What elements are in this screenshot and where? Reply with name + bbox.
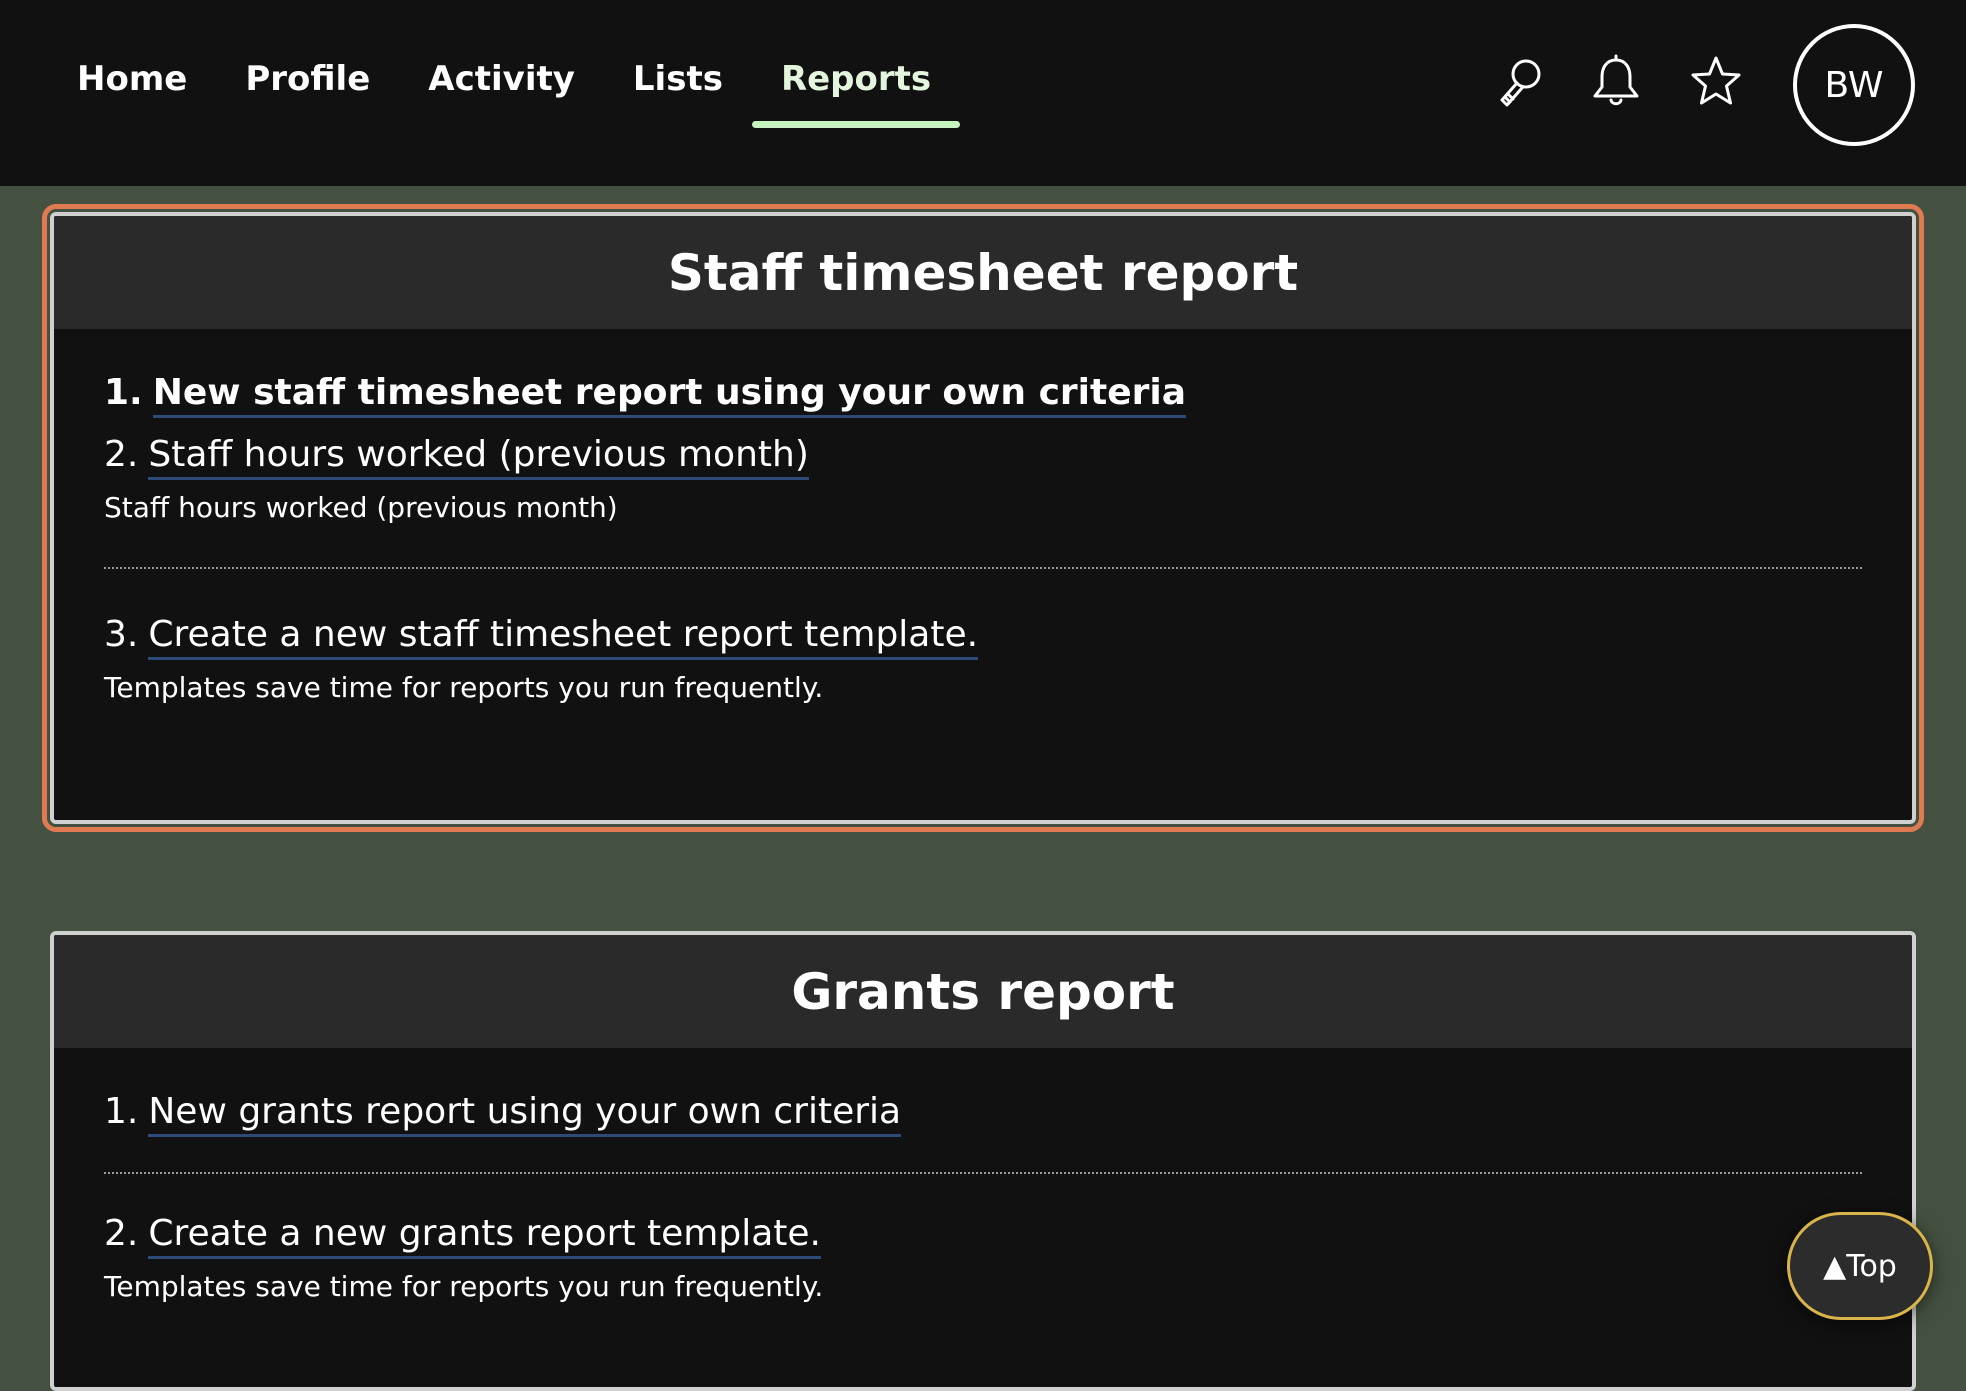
nav-lists[interactable]: Lists <box>604 36 752 122</box>
card-body: 1. New grants report using your own crite… <box>54 1048 1912 1308</box>
create-staff-timesheet-template-link[interactable]: Create a new staff timesheet report temp… <box>148 614 979 660</box>
staff-hours-worked-link[interactable]: Staff hours worked (previous month) <box>148 434 809 480</box>
grants-report-card: Grants report 1. New grants report using … <box>50 931 1916 1391</box>
list-item: 2. Create a new grants report template. T… <box>104 1208 1862 1308</box>
search-icon[interactable] <box>1490 52 1550 112</box>
nav-activity[interactable]: Activity <box>399 36 604 122</box>
star-icon[interactable] <box>1686 52 1746 112</box>
item-description: Templates save time for reports you run … <box>104 1270 824 1303</box>
list-item: 1. New grants report using your own crite… <box>104 1086 1862 1138</box>
divider <box>104 567 1862 569</box>
item-number: 1. <box>104 372 143 413</box>
item-description: Templates save time for reports you run … <box>104 671 824 704</box>
card-header: Grants report <box>54 935 1912 1048</box>
top-navigation-bar: Home Profile Activity Lists Reports BW <box>0 0 1966 186</box>
staff-timesheet-report-card: Staff timesheet report 1. New staff times… <box>42 204 1924 832</box>
avatar[interactable]: BW <box>1793 24 1915 146</box>
nav-home[interactable]: Home <box>48 36 216 122</box>
item-number: 1. <box>104 1091 139 1132</box>
new-grants-report-link[interactable]: New grants report using your own criteri… <box>148 1091 902 1137</box>
create-grants-template-link[interactable]: Create a new grants report template. <box>148 1213 821 1259</box>
nav-profile[interactable]: Profile <box>216 36 399 122</box>
nav-reports[interactable]: Reports <box>751 36 961 128</box>
card-body: 1. New staff timesheet report using your … <box>54 329 1912 709</box>
item-description: Staff hours worked (previous month) <box>104 491 618 524</box>
bell-icon[interactable] <box>1586 52 1646 112</box>
list-item: 1. New staff timesheet report using your … <box>104 367 1862 419</box>
card-title: Staff timesheet report <box>667 243 1299 302</box>
new-staff-timesheet-report-link[interactable]: New staff timesheet report using your ow… <box>152 372 1187 418</box>
card-title: Grants report <box>791 962 1175 1021</box>
divider <box>104 1172 1862 1174</box>
item-number: 2. <box>104 1213 139 1254</box>
back-to-top-button[interactable]: ▲Top <box>1787 1212 1933 1320</box>
card-header: Staff timesheet report <box>54 216 1912 329</box>
item-number: 3. <box>104 614 139 655</box>
list-item: 2. Staff hours worked (previous month) St… <box>104 429 1862 529</box>
item-number: 2. <box>104 434 139 475</box>
main-nav: Home Profile Activity Lists Reports <box>48 36 961 128</box>
list-item: 3. Create a new staff timesheet report te… <box>104 609 1862 709</box>
